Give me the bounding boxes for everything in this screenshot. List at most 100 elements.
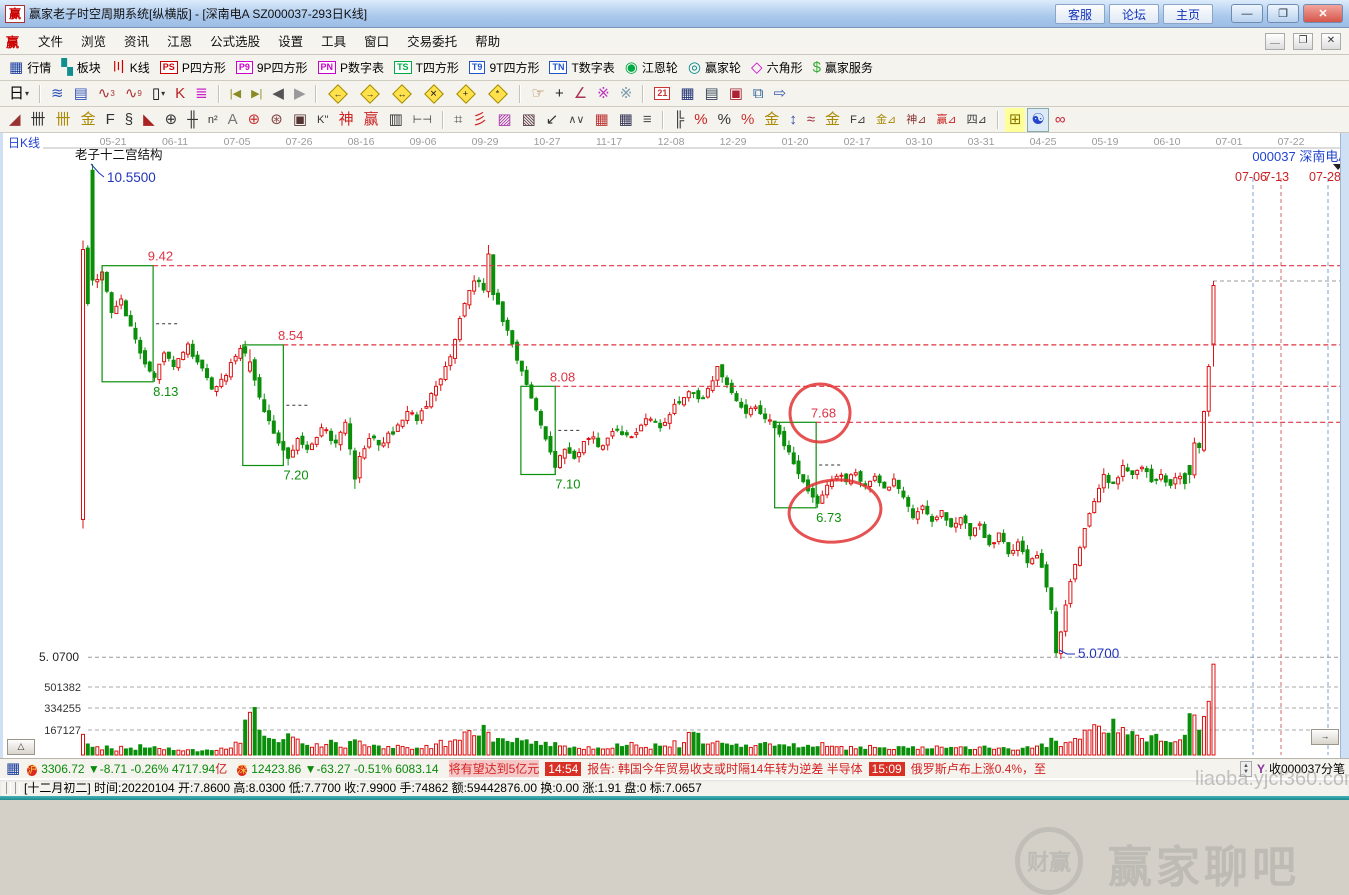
- period-day-dropdown[interactable]: 日 ▾: [5, 82, 33, 106]
- t-square-button[interactable]: TS T四方形: [390, 56, 463, 80]
- customer-service-button[interactable]: 客服: [1054, 3, 1105, 24]
- circle-grid-icon[interactable]: ⊕: [161, 108, 182, 132]
- slope-win-icon[interactable]: 赢⊿: [932, 108, 960, 132]
- menu-item-2[interactable]: 资讯: [115, 31, 158, 53]
- knife-tool-icon[interactable]: ◢: [5, 108, 25, 132]
- mdi-control-2[interactable]: ✕: [1321, 32, 1341, 50]
- window-layout-icon[interactable]: ⧉: [749, 82, 768, 106]
- crosshair-tool-icon[interactable]: +: [551, 82, 568, 106]
- kline-overlay-icon[interactable]: K: [171, 82, 189, 106]
- slope-shen-icon[interactable]: 神⊿: [902, 108, 930, 132]
- comb2-icon[interactable]: ╫: [183, 108, 202, 132]
- slope-f-icon[interactable]: F⊿: [846, 108, 870, 132]
- calendar-status-icon[interactable]: ▦: [5, 759, 21, 778]
- winner-service-button[interactable]: $ 赢家服务: [809, 56, 877, 80]
- hexagon-button[interactable]: ◇ 六角形: [747, 56, 807, 80]
- save-icon[interactable]: ▣: [725, 82, 747, 106]
- calculator-icon[interactable]: ▦: [676, 82, 698, 106]
- winner-wheel-button[interactable]: ◎ 赢家轮: [684, 56, 745, 80]
- candle-style-dropdown[interactable]: ▯ ▾: [148, 82, 169, 106]
- mdi-control-0[interactable]: ＿: [1265, 32, 1285, 50]
- diamond-hrange-icon[interactable]: ↔: [387, 82, 417, 106]
- menu-item-8[interactable]: 交易委托: [398, 31, 466, 53]
- menu-item-0[interactable]: 文件: [29, 31, 72, 53]
- minimize-button[interactable]: —: [1231, 4, 1263, 23]
- menu-item-3[interactable]: 江恩: [158, 31, 201, 53]
- memo-icon[interactable]: ▤: [701, 82, 723, 106]
- volume-profile-icon[interactable]: ≣: [191, 82, 212, 106]
- wave9-icon[interactable]: ∿ 9: [121, 82, 146, 106]
- infinity-icon[interactable]: ∞: [1051, 108, 1070, 132]
- trend-curve-icon[interactable]: ≋: [47, 82, 68, 106]
- homepage-button[interactable]: 主页: [1162, 3, 1213, 24]
- scroll-right-button[interactable]: →: [1311, 729, 1339, 745]
- gold-ring-icon[interactable]: 金: [760, 108, 783, 132]
- vertical-scrollbar[interactable]: [1340, 133, 1349, 758]
- f-comb-icon[interactable]: F: [102, 108, 119, 132]
- 9p-square-button[interactable]: P9 9P四方形: [232, 56, 312, 80]
- kline-button[interactable]: 〣 K线: [107, 56, 154, 80]
- menu-item-6[interactable]: 工具: [312, 31, 355, 53]
- k-note-icon[interactable]: K'': [313, 108, 333, 132]
- web-icon[interactable]: ▣: [289, 108, 311, 132]
- shen-tool-icon[interactable]: 神: [335, 108, 358, 132]
- updown-icon[interactable]: ↕: [785, 108, 801, 132]
- f10-panel-icon[interactable]: ▤: [70, 82, 92, 106]
- close-button[interactable]: ✕: [1303, 4, 1343, 23]
- expand-volume-button[interactable]: △: [7, 739, 35, 755]
- first-page-icon[interactable]: |◀: [226, 82, 245, 106]
- grid-box-icon[interactable]: ▦: [615, 108, 637, 132]
- diamond-all-icon[interactable]: *: [483, 82, 513, 106]
- p-square-button[interactable]: PS P四方形: [156, 56, 230, 80]
- gann-flower-icon[interactable]: ※: [593, 82, 614, 106]
- coil-tool-icon[interactable]: §: [121, 108, 137, 132]
- trend-arrow-icon[interactable]: ↙: [542, 108, 563, 132]
- wave3-icon[interactable]: ∿ 3: [94, 82, 119, 106]
- diamond-left-icon[interactable]: ←: [323, 82, 353, 106]
- pct-icon[interactable]: %: [714, 108, 735, 132]
- next-page-icon[interactable]: ▶: [290, 82, 310, 106]
- quotes-button[interactable]: ▦ 行情: [5, 56, 55, 80]
- 9t-square-button[interactable]: T9 9T四方形: [465, 56, 544, 80]
- send-icon[interactable]: ⇨: [770, 82, 791, 106]
- menu-item-7[interactable]: 窗口: [355, 31, 398, 53]
- slope-four-icon[interactable]: 四⊿: [963, 108, 991, 132]
- zigzag-icon[interactable]: ∧∨: [564, 108, 588, 132]
- starburst-icon[interactable]: ⊛: [266, 108, 287, 132]
- menu-item-9[interactable]: 帮助: [466, 31, 509, 53]
- p-number-table-button[interactable]: PN P数字表: [314, 56, 389, 80]
- n2-icon[interactable]: n²: [204, 108, 222, 132]
- news-scroll-spinner[interactable]: ▲ ▼: [1239, 760, 1252, 777]
- gold-tool-icon[interactable]: 金: [77, 108, 100, 132]
- yellow-grid-icon[interactable]: ⊞: [1004, 107, 1026, 132]
- gold-comb-icon[interactable]: 卌: [52, 108, 75, 132]
- menu-item-4[interactable]: 公式选股: [201, 31, 269, 53]
- brush-tool-icon[interactable]: ◣: [139, 108, 159, 132]
- ruler123-icon[interactable]: ▥: [385, 108, 407, 132]
- diamond-right-icon[interactable]: →: [355, 82, 385, 106]
- grid-red-icon[interactable]: ▦: [590, 108, 612, 132]
- prev-page-icon[interactable]: ◀: [268, 82, 288, 106]
- slope-gold-icon[interactable]: 金⊿: [872, 108, 900, 132]
- menu-item-5[interactable]: 设置: [269, 31, 312, 53]
- price-count-icon[interactable]: ╠: [670, 108, 689, 132]
- diamond-shrink-icon[interactable]: ✕: [419, 82, 449, 106]
- calendar-icon[interactable]: 21: [650, 82, 674, 106]
- yinyang-icon[interactable]: ☯: [1027, 107, 1049, 132]
- pct-box-icon[interactable]: %: [690, 108, 711, 132]
- forum-button[interactable]: 论坛: [1108, 3, 1159, 24]
- candlestick-chart[interactable]: 05-21 06-11 07-05 07-26 08-16 09-06 09-29 10-27…: [3, 133, 1349, 758]
- angle-tool-icon[interactable]: ∠: [570, 82, 591, 106]
- menu-item-1[interactable]: 浏览: [72, 31, 115, 53]
- frame-tool-icon[interactable]: ⌗: [450, 108, 466, 132]
- span-tool-icon[interactable]: ⊢⊣: [409, 108, 436, 132]
- hand-tool-icon[interactable]: ☞: [527, 82, 548, 106]
- wave-fit-icon[interactable]: ≈: [803, 108, 819, 132]
- mdi-control-1[interactable]: ❐: [1293, 32, 1313, 50]
- gold-level-icon[interactable]: 金: [821, 108, 844, 132]
- maximize-button[interactable]: ❐: [1267, 4, 1299, 23]
- target-icon[interactable]: ⊕: [244, 108, 265, 132]
- fan-box-icon[interactable]: ▨: [493, 108, 515, 132]
- diamond-expand-icon[interactable]: +: [451, 82, 481, 106]
- lines-icon[interactable]: ≡: [639, 108, 656, 132]
